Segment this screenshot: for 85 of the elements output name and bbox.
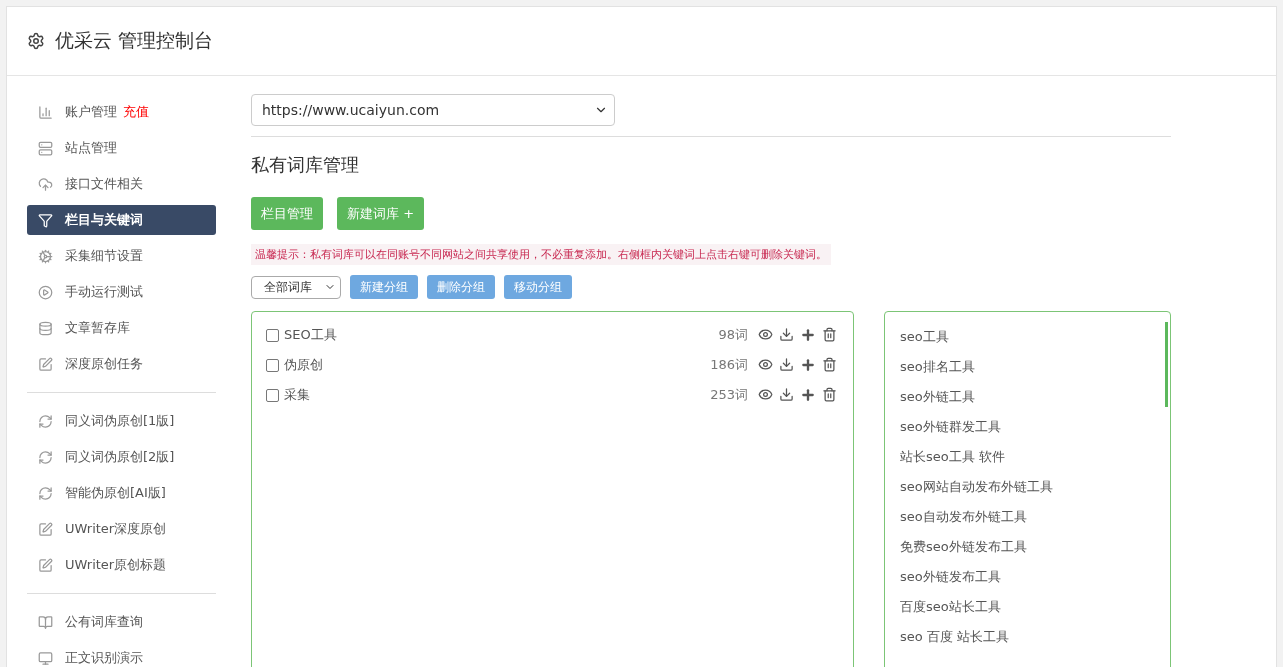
sidebar-item[interactable]: 同义词伪原创[2版] xyxy=(27,442,216,472)
sidebar-item[interactable]: 账户管理 充值 xyxy=(27,97,216,127)
library-checkbox[interactable] xyxy=(266,388,279,402)
refresh-icon xyxy=(38,485,53,501)
download-icon[interactable] xyxy=(779,387,794,402)
refresh-icon xyxy=(38,449,53,465)
scrollbar-thumb[interactable] xyxy=(1165,322,1168,407)
keyword-item[interactable]: seo工具 xyxy=(900,322,1170,352)
sidebar-item-label: 正文识别演示 xyxy=(65,649,143,667)
keyword-item[interactable]: seo网站自动发布外链工具 xyxy=(900,472,1170,502)
keyword-item[interactable]: seo外链工具 xyxy=(900,382,1170,412)
book-icon xyxy=(38,614,53,630)
gears-icon xyxy=(38,248,53,264)
console-title: 优采云 管理控制台 xyxy=(55,28,214,53)
keyword-item[interactable]: seo自动发布外链工具 xyxy=(900,502,1170,532)
keyword-item[interactable]: 百度seo站长工具 xyxy=(900,592,1170,622)
sidebar-item[interactable]: 站点管理 xyxy=(27,133,216,163)
keyword-item[interactable]: 免费seo外链发布工具 xyxy=(900,532,1170,562)
section-title: 私有词库管理 xyxy=(251,153,360,177)
hint-text: 温馨提示：私有词库可以在同账号不同网站之间共享使用，不必重复添加。右侧框内关键词上点击右键可删除关键词。 xyxy=(251,244,831,265)
sidebar-item-label: 站点管理 xyxy=(65,139,117,157)
sidebar-item[interactable]: UWriter原创标题 xyxy=(27,550,216,580)
keyword-item[interactable]: seo 百度 站长工具 xyxy=(900,622,1170,652)
recharge-link[interactable]: 充值 xyxy=(123,103,149,121)
trash-icon[interactable] xyxy=(822,387,837,402)
play-icon xyxy=(38,284,53,300)
sidebar-item-label: 手动运行测试 xyxy=(65,283,143,301)
library-name: SEO工具 xyxy=(284,326,338,344)
pencil-square-icon xyxy=(38,356,53,372)
download-icon[interactable] xyxy=(779,327,794,342)
sidebar-item-label: 采集细节设置 xyxy=(65,247,143,265)
word-count: 186词 xyxy=(710,356,748,374)
pencil-square-icon xyxy=(38,521,53,537)
keyword-item[interactable]: seo外链群发工具 xyxy=(900,412,1170,442)
sidebar-item[interactable]: 采集细节设置 xyxy=(27,241,216,271)
trash-icon[interactable] xyxy=(822,357,837,372)
site-select[interactable]: https://www.ucaiyun.com xyxy=(251,94,615,126)
filter-icon xyxy=(38,212,53,228)
sidebar-item[interactable]: 手动运行测试 xyxy=(27,277,216,307)
sidebar-item-label: UWriter深度原创 xyxy=(65,520,167,538)
sidebar-item[interactable]: 文章暂存库 xyxy=(27,313,216,343)
sidebar-item-label: 栏目与关键词 xyxy=(65,211,143,229)
database-icon xyxy=(38,320,53,336)
sidebar-item-label: UWriter原创标题 xyxy=(65,556,167,574)
bar-chart-icon xyxy=(38,104,53,120)
sidebar-item-label: 深度原创任务 xyxy=(65,355,143,373)
settings-icon xyxy=(27,32,45,50)
cloud-upload-icon xyxy=(38,176,53,192)
monitor-icon xyxy=(38,650,53,666)
keyword-item[interactable]: seo外链发布工具 xyxy=(900,562,1170,592)
eye-icon[interactable] xyxy=(758,357,773,372)
pencil-square-icon xyxy=(38,557,53,573)
sidebar-item-label: 智能伪原创[AI版] xyxy=(65,484,166,502)
sidebar-item[interactable]: 公有词库查询 xyxy=(27,607,216,637)
word-count: 253词 xyxy=(710,386,748,404)
sidebar-item-label: 公有词库查询 xyxy=(65,613,143,631)
library-checkbox[interactable] xyxy=(266,328,279,342)
sidebar-item[interactable]: 接口文件相关 xyxy=(27,169,216,199)
keyword-item[interactable]: seo排名工具 xyxy=(900,352,1170,382)
sidebar-item-label: 同义词伪原创[1版] xyxy=(65,412,175,430)
library-name: 伪原创 xyxy=(284,356,324,374)
plus-icon[interactable] xyxy=(800,357,816,373)
sidebar-item-label: 同义词伪原创[2版] xyxy=(65,448,175,466)
library-name: 采集 xyxy=(284,386,311,404)
trash-icon[interactable] xyxy=(822,327,837,342)
sidebar-item[interactable]: 智能伪原创[AI版] xyxy=(27,478,216,508)
plus-icon[interactable] xyxy=(800,327,816,343)
sidebar-item[interactable]: 深度原创任务 xyxy=(27,349,216,379)
keyword-item[interactable]: 站长seo工具 软件 xyxy=(900,442,1170,472)
sidebar-item-label: 接口文件相关 xyxy=(65,175,143,193)
download-icon[interactable] xyxy=(779,357,794,372)
sidebar-item[interactable]: UWriter深度原创 xyxy=(27,514,216,544)
plus-icon[interactable] xyxy=(800,387,816,403)
sidebar-item-label: 账户管理 xyxy=(65,103,117,121)
sidebar-item-label: 文章暂存库 xyxy=(65,319,130,337)
sidebar-item[interactable]: 同义词伪原创[1版] xyxy=(27,406,216,436)
sidebar-item[interactable]: 正文识别演示 xyxy=(27,643,216,667)
refresh-icon xyxy=(38,413,53,429)
server-icon xyxy=(38,140,53,156)
sidebar-item[interactable]: 栏目与关键词 xyxy=(27,205,216,235)
library-checkbox[interactable] xyxy=(266,358,279,372)
library-filter-select[interactable]: 全部词库 xyxy=(251,275,341,299)
word-count: 98词 xyxy=(718,326,748,344)
eye-icon[interactable] xyxy=(758,327,773,342)
eye-icon[interactable] xyxy=(758,387,773,402)
